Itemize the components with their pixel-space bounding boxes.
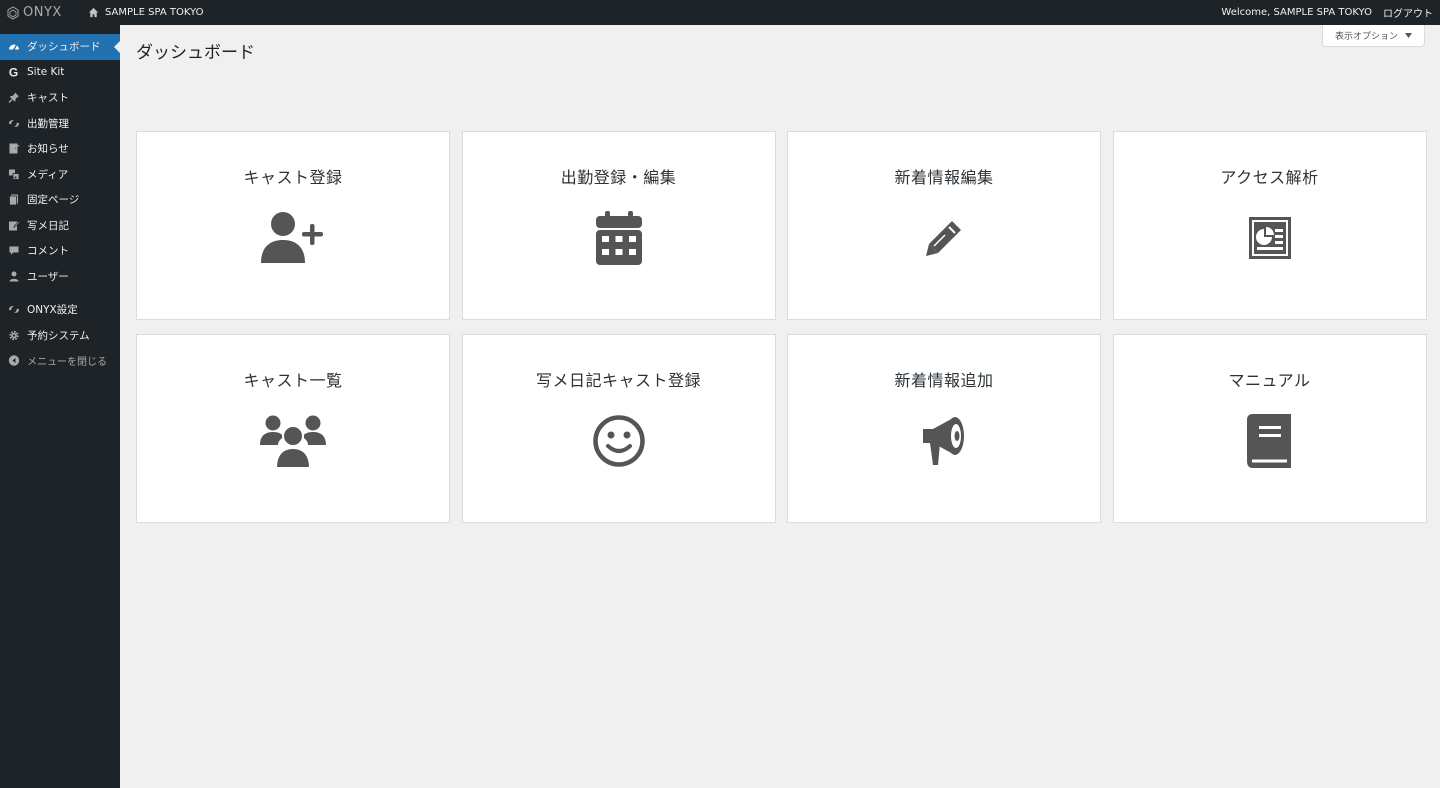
megaphone-icon [921,411,967,471]
sidebar-item-label: 固定ページ [27,194,80,207]
admin-bar: ONYX SAMPLE SPA TOKYO Welcome, SAMPLE SP… [0,0,1440,25]
card-title: 新着情報追加 [894,371,994,390]
document-edit-icon [7,142,20,155]
sidebar-item-news[interactable]: お知らせ [0,136,120,162]
card-photo-diary-cast-register[interactable]: 写メ日記キャスト登録 [461,334,776,523]
sidebar-item-label: ユーザー [27,270,69,283]
onyx-swirl-icon [7,303,20,316]
calendar-icon [595,208,642,268]
card-attendance-edit[interactable]: 出勤登録・編集 [461,131,776,320]
sidebar-item-site-kit[interactable]: G Site Kit [0,60,120,86]
pages-icon [7,193,20,206]
sidebar-item-media[interactable]: メディア [0,162,120,188]
caret-down-icon [1405,33,1412,38]
welcome-user[interactable]: Welcome, SAMPLE SPA TOKYO [1221,7,1372,18]
sidebar-item-label: メディア [27,168,69,181]
card-news-add[interactable]: 新着情報追加 [787,334,1101,523]
card-title: キャスト一覧 [243,371,343,390]
users-group-icon [260,411,326,471]
note-edit-icon [7,219,20,232]
logout-link[interactable]: ログアウト [1383,5,1433,20]
sidebar-item-label: コメント [27,245,69,258]
screen-options-button[interactable]: 表示オプション [1321,25,1425,47]
onyx-logo[interactable]: ONYX [6,5,76,20]
sidebar-item-label: ダッシュボード [27,41,101,54]
site-name: SAMPLE SPA TOKYO [105,7,204,18]
sidebar-item-label: お知らせ [27,143,69,156]
sidebar-item-onyx-settings[interactable]: ONYX設定 [0,297,120,323]
card-title: アクセス解析 [1220,168,1319,187]
sidebar-item-photo-diary[interactable]: 写メ日記 [0,213,120,239]
dashboard-card-grid: キャスト登録 出勤登録・編集 新着情報編集 アクセス解析 キャスト一覧 写メ日記… [136,131,1427,523]
page-title: ダッシュボード [136,43,255,63]
pencil-icon [925,208,963,268]
card-title: マニュアル [1228,371,1311,390]
sidebar-item-label: キャスト [27,92,69,105]
card-access-analytics[interactable]: アクセス解析 [1112,131,1427,320]
admin-sidebar: ダッシュボード G Site Kit キャスト 出勤管理 お知らせ メディア 固… [0,25,120,788]
collapse-icon [7,354,20,367]
sidebar-item-users[interactable]: ユーザー [0,264,120,290]
sidebar-item-label: 写メ日記 [27,219,69,232]
home-icon [88,7,99,18]
dashboard-icon [7,40,20,53]
gear-icon [7,329,20,342]
sidebar-item-label: 予約システム [27,329,90,342]
analytics-icon [1248,208,1291,268]
sidebar-item-dashboard[interactable]: ダッシュボード [0,34,120,60]
sidebar-item-label: ONYX設定 [27,304,78,317]
onyx-logo-icon [7,5,19,20]
book-icon [1246,411,1293,471]
card-manual[interactable]: マニュアル [1112,334,1427,523]
onyx-swirl-icon [7,117,20,130]
sidebar-item-label: Site Kit [27,66,65,79]
sidebar-item-label: 出勤管理 [27,117,69,130]
media-icon [7,168,20,181]
site-name-link[interactable]: SAMPLE SPA TOKYO [88,7,203,18]
sidebar-item-attendance[interactable]: 出勤管理 [0,111,120,137]
user-plus-icon [260,208,326,268]
sidebar-item-reservation[interactable]: 予約システム [0,323,120,349]
screen-options-label: 表示オプション [1334,32,1398,42]
sidebar-item-pages[interactable]: 固定ページ [0,187,120,213]
card-title: 写メ日記キャスト登録 [535,371,701,390]
menu-separator [0,289,120,297]
card-title: 出勤登録・編集 [560,168,677,187]
collapse-menu-button[interactable]: メニューを閉じる [0,348,120,374]
card-cast-list[interactable]: キャスト一覧 [136,334,450,523]
sidebar-item-label: メニューを閉じる [27,357,107,369]
user-icon [7,270,20,283]
pin-icon [7,91,20,104]
sidebar-item-comments[interactable]: コメント [0,238,120,264]
sidebar-item-cast[interactable]: キャスト [0,85,120,111]
google-g-icon: G [8,65,19,80]
card-title: キャスト登録 [243,168,343,187]
smile-icon [592,411,646,471]
onyx-logo-text: ONYX [23,5,62,20]
card-cast-register[interactable]: キャスト登録 [136,131,450,320]
main-content: ダッシュボード 表示オプション キャスト登録 出勤登録・編集 新着情報編集 アク… [120,25,1440,788]
card-title: 新着情報編集 [894,168,994,187]
card-news-edit[interactable]: 新着情報編集 [787,131,1101,320]
comment-icon [7,244,20,257]
